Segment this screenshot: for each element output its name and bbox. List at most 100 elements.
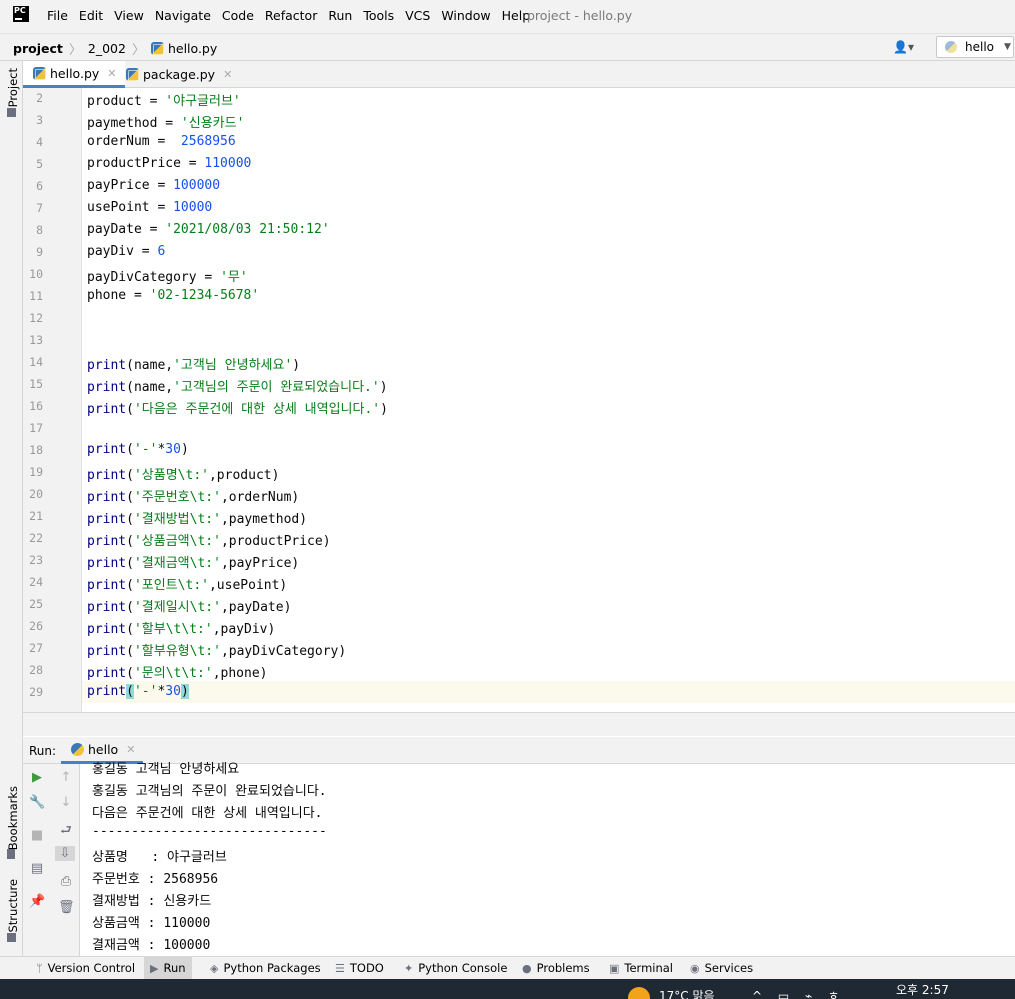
code-line[interactable]: print('주문번호\t:',orderNum) [87,486,299,505]
code-line[interactable]: productPrice = 110000 [87,156,251,171]
scroll-to-end-icon[interactable]: ⇩ [55,846,75,861]
arrow-up-icon[interactable]: ↑ [58,770,74,785]
code-line[interactable]: print('결재방법\t:',paymethod) [87,508,307,527]
menu-view[interactable]: View [114,8,144,23]
menu-code[interactable]: Code [222,8,254,23]
line-number: 10 [29,267,43,281]
trash-icon[interactable]: 🗑 [58,900,75,915]
code-line[interactable]: print('결제일시\t:',payDate) [87,596,291,615]
console-line: 결재방법 : 신용카드 [92,894,212,909]
line-number: 26 [29,619,43,633]
line-number: 21 [29,509,43,523]
tool-problems[interactable]: ● Problems [516,957,596,979]
wrench-icon[interactable]: 🔧 [29,795,45,810]
os-taskbar: 17°C 맑음 ^ ▭ ⌁ ㅎ 오후 2:57 [0,979,1015,999]
close-icon[interactable]: ✕ [126,743,135,756]
breadcrumb-file[interactable]: hello.py [168,41,217,56]
tool-window-bar: ᛘ Version Control ▶ Run ◈ Python Packages ☰… [0,956,1015,979]
tool-label: Python Packages [223,961,321,975]
menu-window[interactable]: Window [441,8,490,23]
tool-todo[interactable]: ☰ TODO [329,957,390,979]
tool-terminal[interactable]: ▣ Terminal [603,957,679,979]
line-number: 18 [29,443,43,457]
pin-icon[interactable]: 📌 [29,894,45,909]
code-line[interactable]: payPrice = 100000 [87,178,220,193]
rerun-icon[interactable]: ▶ [29,770,45,785]
code-line[interactable]: payDivCategory = '무' [87,266,248,285]
menu-refactor[interactable]: Refactor [265,8,317,23]
structure-tool-button[interactable]: Structure [6,879,20,933]
editor-tabs: hello.py ✕ package.py ✕ [23,61,1015,88]
tool-python-console[interactable]: ✦ Python Console [398,957,513,979]
menu-help[interactable]: Help [502,8,531,23]
run-configuration-label: hello [965,40,994,54]
menu-vcs[interactable]: VCS [405,8,430,23]
code-line[interactable]: payDate = '2021/08/03 21:50:12' [87,222,330,237]
tool-python-packages[interactable]: ◈ Python Packages [204,957,327,979]
bookmarks-tool-button[interactable]: Bookmarks [6,786,20,850]
code-line[interactable]: print('할부\t\t:',payDiv) [87,618,275,637]
line-number: 6 [36,179,43,193]
code-line[interactable]: print('-'*30) [87,442,189,457]
menu-tools[interactable]: Tools [363,8,394,23]
code-line[interactable]: print('결재금액\t:',payPrice) [87,552,299,571]
python-icon [71,742,84,756]
code-line[interactable]: print('상품금액\t:',productPrice) [87,530,331,549]
code-line[interactable]: print('상품명\t:',product) [87,464,279,483]
tool-label: Terminal [624,961,674,975]
line-number: 13 [29,333,43,347]
menu-file[interactable]: File [47,8,68,23]
console-line: 다음은 주문건에 대한 상세 내역입니다. [92,806,323,821]
bookmark-icon [7,849,15,859]
run-configuration-select[interactable]: hello ▼ [936,36,1014,58]
print-icon[interactable]: ⎙ [58,874,74,889]
code-line[interactable]: print(name,'고객님 안녕하세요') [87,354,300,373]
line-number: 9 [36,245,43,259]
code-line[interactable]: print('다음은 주문건에 대한 상세 내역입니다.') [87,398,388,417]
tool-version-control[interactable]: ᛘ Version Control [30,957,141,979]
project-tool-button[interactable]: Project [6,68,20,107]
editor-bottom-spacer [23,712,1015,736]
soft-wrap-icon[interactable]: ⮐ [58,821,74,843]
system-tray-icons[interactable]: ^ ▭ ⌁ ㅎ [752,987,845,999]
breadcrumb-project[interactable]: project [13,41,63,56]
menu-bar: PC File Edit View Navigate Code Refactor… [0,0,1015,33]
tab-hello-py[interactable]: hello.py ✕ [23,61,125,88]
tool-services[interactable]: ◉ Services [684,957,759,979]
code-line[interactable]: orderNum = 2568956 [87,134,236,149]
version-control-icon: ᛘ [36,961,43,975]
run-toolbar: ▶ ↑ 🔧 ↓ ■ ⮐ ▤ ⇩ ⎙ 📌 🗑 [23,764,80,956]
breadcrumb: project 〉 2_002 〉 hello.py [13,39,217,58]
left-tool-strip: Project Bookmarks Structure [0,61,23,956]
layout-icon[interactable]: ▤ [29,861,45,876]
clock[interactable]: 오후 2:57 [896,981,949,998]
arrow-down-icon[interactable]: ↓ [58,795,74,810]
code-line[interactable]: paymethod = '신용카드' [87,112,244,131]
console-line: ------------------------------ [92,824,327,839]
code-line[interactable]: product = '야구글러브' [87,90,241,109]
menu-edit[interactable]: Edit [79,8,103,23]
close-icon[interactable]: ✕ [223,68,232,81]
python-file-icon [126,68,139,81]
tool-run[interactable]: ▶ Run [144,957,192,979]
code-line[interactable]: print('-'*30) [87,684,189,699]
tool-label: Problems [536,961,590,975]
python-file-icon [33,66,46,80]
menu-navigate[interactable]: Navigate [155,8,211,23]
code-line[interactable]: print('할부유형\t:',payDivCategory) [87,640,346,659]
weather-text[interactable]: 17°C 맑음 [659,987,715,999]
main-menu: File Edit View Navigate Code Refactor Ru… [47,8,541,23]
tab-package-py[interactable]: package.py ✕ [116,61,240,88]
code-line[interactable]: print('문의\t\t:',phone) [87,662,267,681]
code-line[interactable]: print('포인트\t:',usePoint) [87,574,287,593]
breadcrumb-folder[interactable]: 2_002 [88,41,126,56]
tool-label: Run [163,961,186,975]
code-line[interactable]: usePoint = 10000 [87,200,212,215]
code-line[interactable]: phone = '02-1234-5678' [87,288,259,303]
code-line[interactable]: print(name,'고객님의 주문이 완료되었습니다.') [87,376,388,395]
pycharm-logo-icon: PC [13,6,29,22]
menu-run[interactable]: Run [328,8,352,23]
stop-icon[interactable]: ■ [29,828,45,843]
code-line[interactable]: payDiv = 6 [87,244,165,259]
user-account-icon[interactable]: 👤▾ [893,40,914,54]
